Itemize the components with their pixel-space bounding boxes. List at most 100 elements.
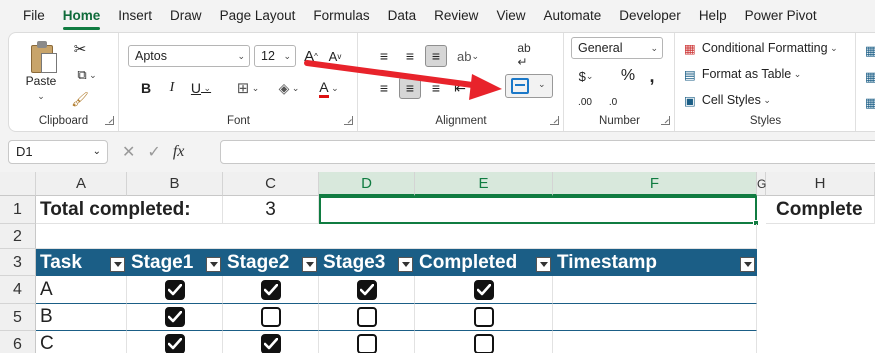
increase-decimal-icon[interactable]: .00 [573, 91, 597, 113]
cell-c1[interactable]: 3 [223, 196, 319, 224]
font-launcher-icon[interactable] [344, 116, 353, 125]
column-header-d[interactable]: D [319, 172, 415, 196]
table-cell-task[interactable]: A [36, 276, 127, 304]
column-header-e[interactable]: E [415, 172, 553, 196]
top-align-icon[interactable]: ≡ [373, 45, 395, 67]
middle-align-icon[interactable]: ≡ [399, 45, 421, 67]
table-cell-timestamp[interactable] [553, 331, 757, 353]
decrease-decimal-icon[interactable]: .0 [601, 91, 625, 113]
delete-cells-icon[interactable]: ▦ [861, 67, 875, 87]
menu-help[interactable]: Help [690, 0, 736, 32]
menu-page-layout[interactable]: Page Layout [211, 0, 305, 32]
checked-checkbox-icon[interactable] [260, 334, 281, 353]
cell-d1-merged-selected[interactable] [319, 196, 757, 224]
table-header-stage3[interactable]: Stage3 [319, 249, 415, 276]
table-header-task[interactable]: Task [36, 249, 127, 276]
table-header-stage2[interactable]: Stage2 [223, 249, 319, 276]
conditional-formatting-button[interactable]: ▦ Conditional Formatting ⌄ [684, 37, 852, 59]
row-header-1[interactable]: 1 [0, 196, 36, 224]
italic-button[interactable]: I [162, 77, 182, 99]
unchecked-checkbox-icon[interactable] [473, 334, 494, 353]
alignment-launcher-icon[interactable] [550, 116, 559, 125]
filter-dropdown-icon[interactable] [110, 257, 125, 272]
unchecked-checkbox-icon[interactable] [473, 307, 494, 327]
column-header-f[interactable]: F [553, 172, 757, 196]
accounting-format-icon[interactable]: $ ⌄ [571, 65, 601, 87]
decrease-indent-icon[interactable]: ⇤ [449, 77, 471, 99]
menu-insert[interactable]: Insert [109, 0, 161, 32]
increase-font-icon[interactable]: A ^ [300, 45, 322, 67]
menu-view[interactable]: View [487, 0, 534, 32]
number-launcher-icon[interactable] [661, 116, 670, 125]
format-painter-icon[interactable]: 🖌 [69, 89, 91, 109]
name-box[interactable]: D1 ⌄ [8, 140, 108, 164]
menu-formulas[interactable]: Formulas [304, 0, 378, 32]
enter-icon[interactable]: ✓ [147, 142, 160, 162]
unchecked-checkbox-icon[interactable] [356, 307, 377, 327]
menu-review[interactable]: Review [425, 0, 487, 32]
column-header-g[interactable]: G [757, 172, 766, 196]
merge-center-button[interactable]: ⌄ [505, 74, 553, 98]
table-header-stage1[interactable]: Stage1 [127, 249, 223, 276]
menu-home[interactable]: Home [54, 0, 110, 32]
number-format-select[interactable]: General ⌄ [571, 37, 663, 59]
column-header-c[interactable]: C [223, 172, 319, 196]
row-header-6[interactable]: 6 [0, 331, 36, 353]
underline-button[interactable]: U ⌄ [186, 77, 216, 99]
menu-automate[interactable]: Automate [534, 0, 610, 32]
decrease-font-icon[interactable]: Av [324, 45, 346, 67]
menu-draw[interactable]: Draw [161, 0, 211, 32]
checked-checkbox-icon[interactable] [356, 279, 377, 300]
clipboard-launcher-icon[interactable] [105, 116, 114, 125]
cell-a1[interactable]: Total completed: [36, 196, 223, 224]
menu-power-pivot[interactable]: Power Pivot [736, 0, 826, 32]
column-header-h[interactable]: H [766, 172, 875, 196]
percent-icon[interactable]: % [617, 65, 639, 87]
filter-dropdown-icon[interactable] [740, 257, 755, 272]
paste-button[interactable]: Paste [21, 73, 61, 89]
column-header-a[interactable]: A [36, 172, 127, 196]
menu-file[interactable]: File [14, 0, 54, 32]
paste-dropdown-icon[interactable]: ⌄ [33, 89, 49, 103]
filter-dropdown-icon[interactable] [206, 257, 221, 272]
insert-function-icon[interactable]: fx [173, 143, 185, 161]
borders-icon[interactable]: ⊞ ⌄ [232, 77, 264, 99]
row-header-3[interactable]: 3 [0, 249, 36, 276]
checked-checkbox-icon[interactable] [473, 279, 494, 300]
menu-developer[interactable]: Developer [610, 0, 690, 32]
row-header-4[interactable]: 4 [0, 276, 36, 304]
font-family-select[interactable]: Aptos ⌄ [128, 45, 250, 67]
format-as-table-button[interactable]: ▤ Format as Table ⌄ [684, 63, 852, 85]
row-2[interactable] [36, 224, 757, 249]
paste-icon[interactable] [31, 41, 59, 73]
cut-icon[interactable]: ✂ [69, 39, 91, 59]
align-right-icon[interactable]: ≡ [425, 77, 447, 99]
font-size-select[interactable]: 12 ⌄ [254, 45, 296, 67]
table-cell-task[interactable]: B [36, 304, 127, 331]
filter-dropdown-icon[interactable] [302, 257, 317, 272]
wrap-text-icon[interactable]: ab ↵ [509, 41, 539, 69]
table-cell-timestamp[interactable] [553, 304, 757, 331]
format-cells-icon[interactable]: ▦ [861, 93, 875, 113]
name-box-dropdown-icon[interactable]: ⌄ [93, 141, 101, 163]
table-cell-task[interactable]: C [36, 331, 127, 353]
copy-icon[interactable]: ⧉ ⌄ [67, 65, 107, 85]
cancel-icon[interactable]: ✕ [122, 142, 135, 162]
table-header-timestamp[interactable]: Timestamp [553, 249, 757, 276]
fill-color-icon[interactable]: ◈ ⌄ [272, 77, 306, 99]
align-left-icon[interactable]: ≡ [373, 77, 395, 99]
table-cell-timestamp[interactable] [553, 276, 757, 304]
cell-styles-button[interactable]: ▣ Cell Styles ⌄ [684, 89, 852, 111]
row-header-2[interactable]: 2 [0, 224, 36, 249]
column-header-b[interactable]: B [127, 172, 223, 196]
checked-checkbox-icon[interactable] [260, 279, 281, 300]
orientation-icon[interactable]: ab ⌄ [453, 45, 483, 67]
bold-button[interactable]: B [136, 77, 156, 99]
insert-cells-icon[interactable]: ▦ [861, 41, 875, 61]
cell-h1[interactable]: Complete [766, 196, 875, 224]
select-all-corner[interactable] [0, 172, 36, 196]
unchecked-checkbox-icon[interactable] [260, 307, 281, 327]
font-color-icon[interactable]: A ⌄ [312, 77, 346, 99]
bottom-align-icon[interactable]: ≡ [425, 45, 447, 67]
table-header-completed[interactable]: Completed [415, 249, 553, 276]
